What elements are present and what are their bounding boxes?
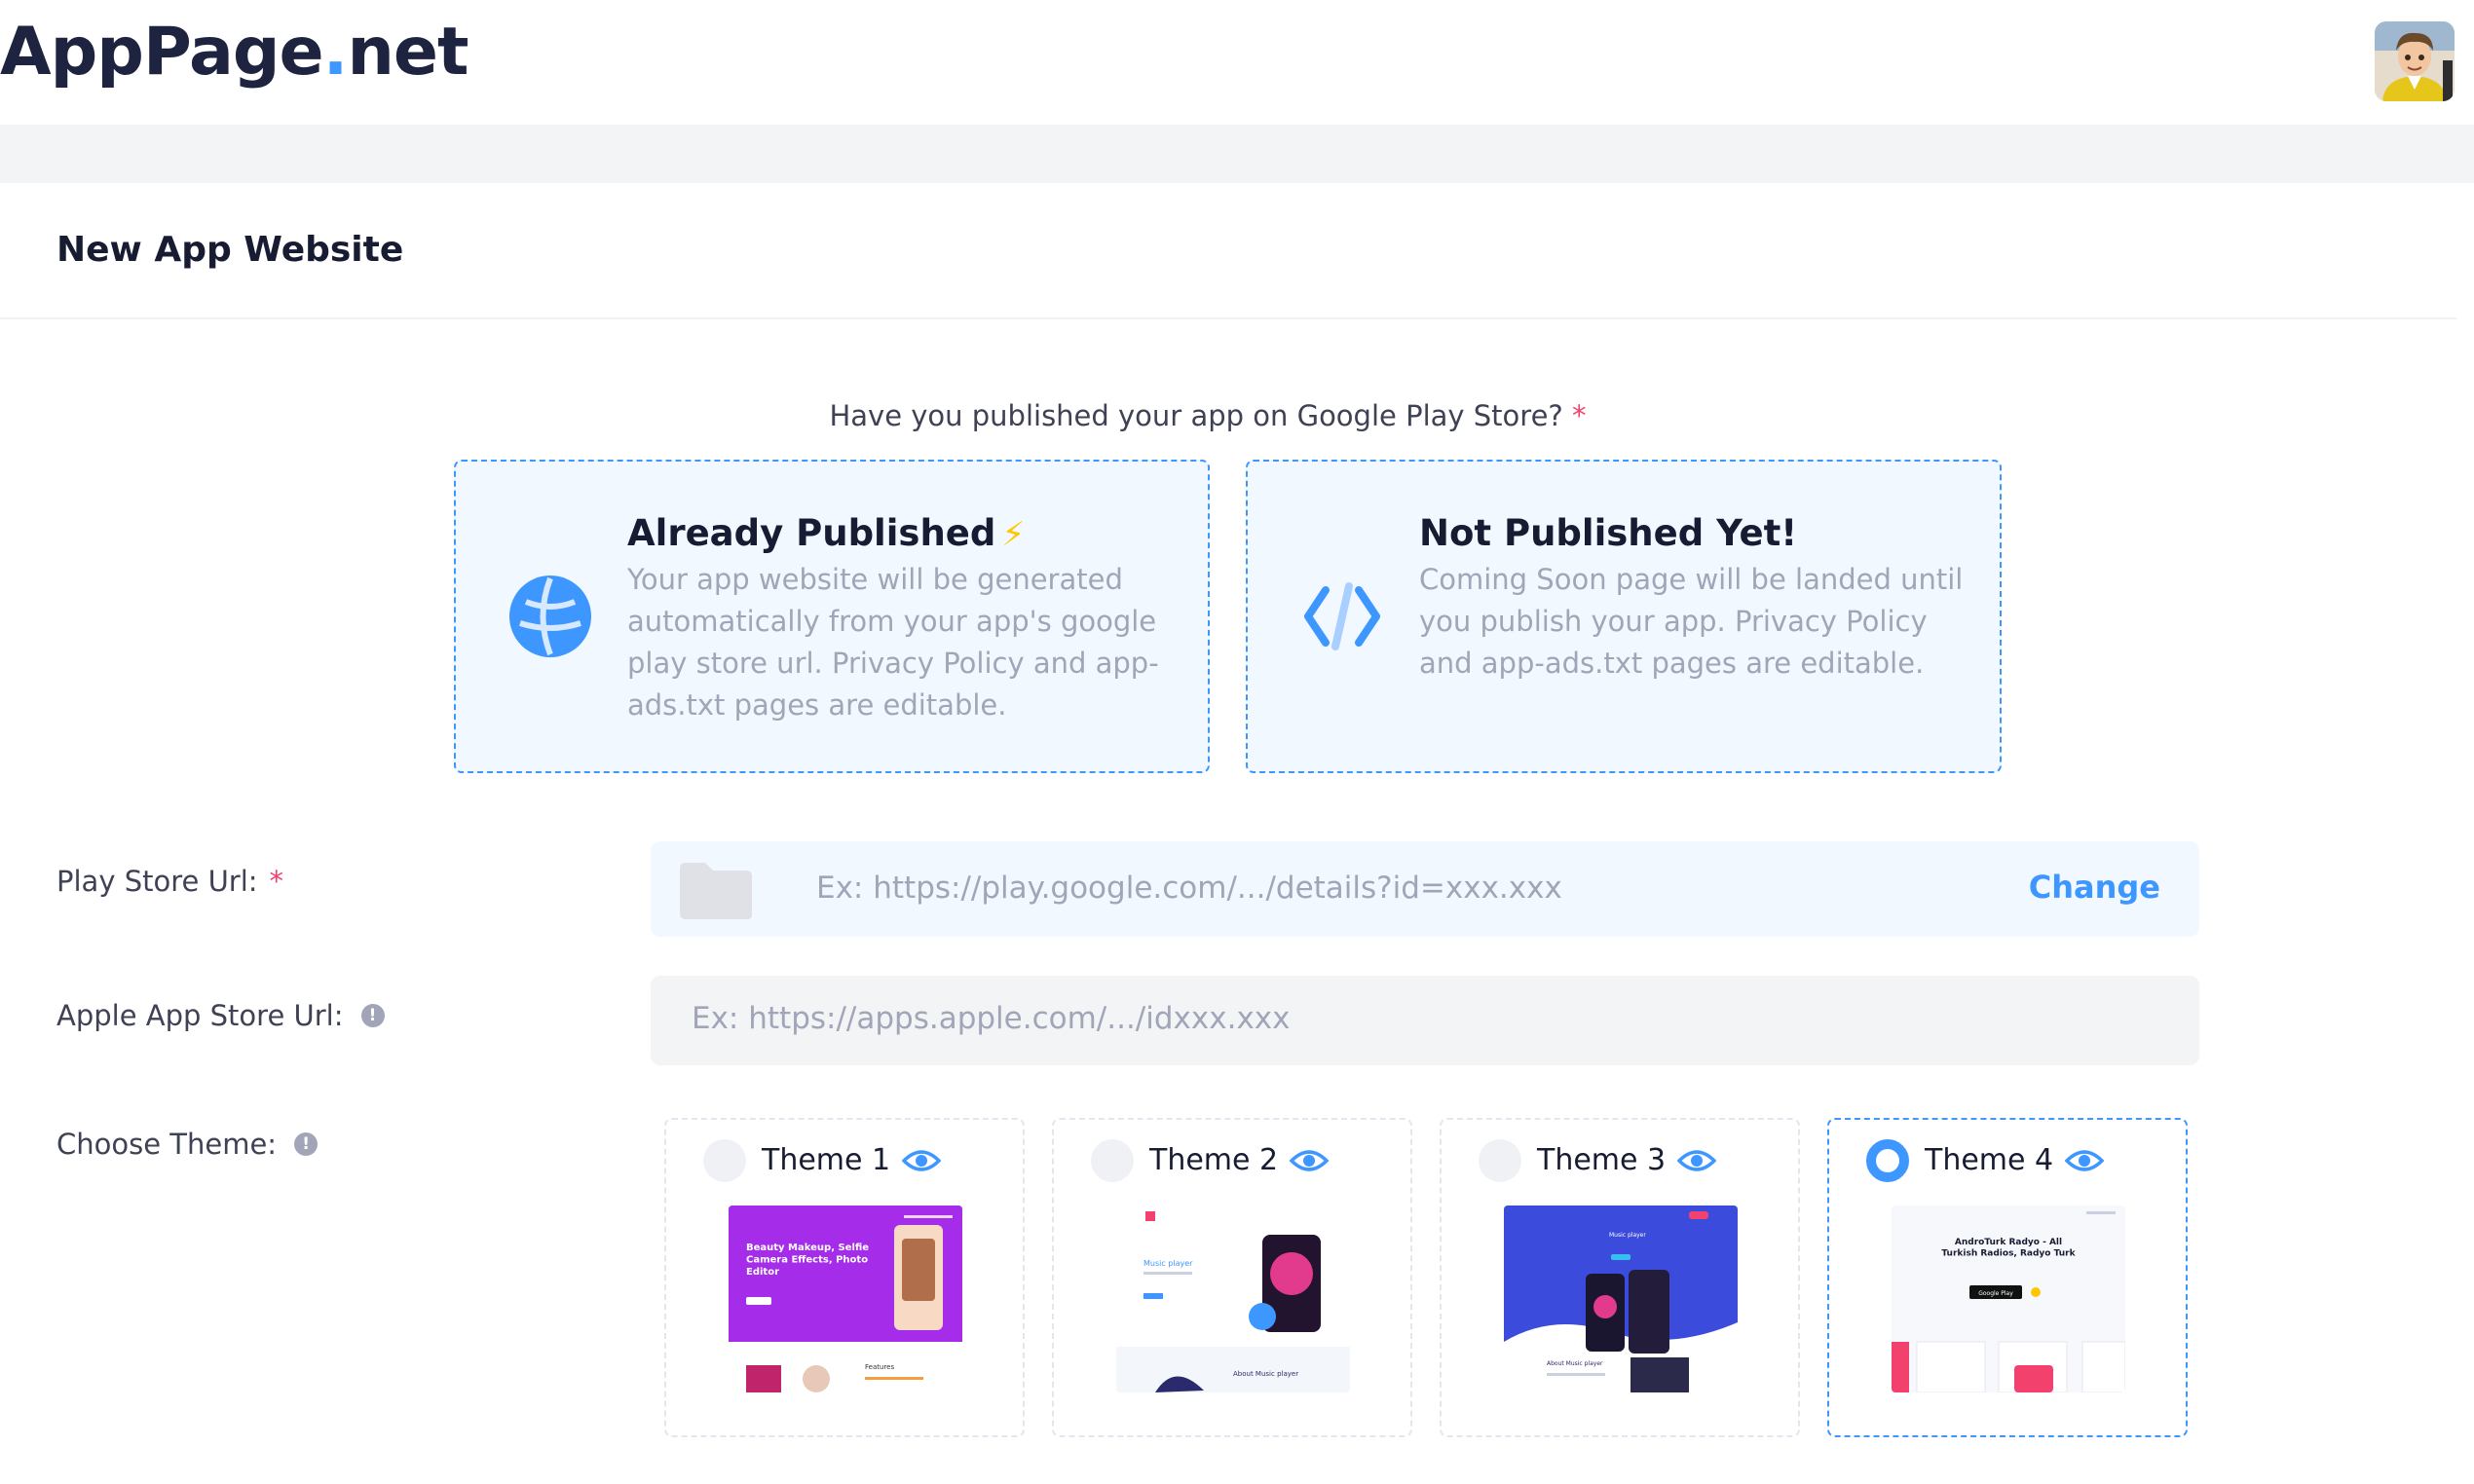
theme-name: Theme 1 xyxy=(762,1143,891,1177)
globe-icon xyxy=(509,575,591,657)
preview-badge: Google Play xyxy=(1978,1290,2013,1297)
option-description: Coming Soon page will be landed until yo… xyxy=(1419,563,1964,680)
theme-radio[interactable] xyxy=(1479,1139,1521,1182)
theme-card-1[interactable]: Theme 1 Beauty Makeup, Selfie Camera Effe… xyxy=(664,1118,1025,1437)
apple-store-label-text: Apple App Store Url: xyxy=(56,999,344,1032)
option-title: Not Published Yet! xyxy=(1419,512,1798,554)
apple-store-url-input[interactable]: Ex: https://apps.apple.com/.../idxxx.xxx xyxy=(692,1001,1290,1036)
play-store-label: Play Store Url: * xyxy=(56,865,283,898)
logo-tld: net xyxy=(347,14,469,91)
preview-title: AndroTurk Radyo - All Turkish Radios, Rad… xyxy=(1941,1238,2076,1258)
apple-store-label: Apple App Store Url: ! xyxy=(56,999,385,1032)
page-title: New App Website xyxy=(56,230,404,270)
option-not-published[interactable]: Not Published Yet! Coming Soon page will… xyxy=(1246,460,2002,773)
publish-question: Have you published your app on Google Pl… xyxy=(0,399,2474,432)
avatar[interactable] xyxy=(2375,21,2455,101)
play-store-url-input[interactable]: Ex: https://play.google.com/.../details?… xyxy=(816,871,1562,906)
publish-question-text: Have you published your app on Google Pl… xyxy=(829,399,1563,432)
code-icon xyxy=(1304,582,1380,650)
theme-card-3[interactable]: Theme 3 Music player About Music player xyxy=(1440,1118,1800,1437)
app-logo[interactable]: AppPage.net xyxy=(0,14,469,91)
bolt-icon: ⚡ xyxy=(1001,515,1026,554)
preview-footer: About Music player xyxy=(1547,1360,1603,1367)
logo-main: AppPage xyxy=(0,14,324,91)
required-mark: * xyxy=(1572,399,1587,432)
option-title: Already Published ⚡ xyxy=(627,512,1025,554)
theme-radio-selected[interactable] xyxy=(1866,1139,1909,1182)
preview-title: Music player xyxy=(1143,1259,1193,1268)
option-title-text: Already Published xyxy=(627,512,996,554)
theme-preview-1: Beauty Makeup, Selfie Camera Effects, Pho… xyxy=(729,1206,962,1392)
play-store-label-text: Play Store Url: xyxy=(56,865,258,898)
avatar-image xyxy=(2375,21,2455,101)
required-mark: * xyxy=(269,865,284,898)
play-store-url-field[interactable]: Ex: https://play.google.com/.../details?… xyxy=(651,841,2199,937)
option-description: Your app website will be generated autom… xyxy=(627,563,1159,722)
theme-preview-4: AndroTurk Radyo - All Turkish Radios, Rad… xyxy=(1892,1206,2125,1392)
info-icon[interactable]: ! xyxy=(294,1132,319,1156)
eye-icon[interactable] xyxy=(2065,1147,2104,1174)
theme-preview-2: Music player About Music player xyxy=(1116,1206,1350,1392)
theme-preview-3: Music player About Music player xyxy=(1504,1206,1738,1392)
theme-card-4[interactable]: Theme 4 AndroTurk Radyo - All Turkish Rad… xyxy=(1827,1118,2188,1437)
theme-card-2[interactable]: Theme 2 Music player About Music player xyxy=(1052,1118,1412,1437)
theme-radio[interactable] xyxy=(1091,1139,1134,1182)
theme-name: Theme 3 xyxy=(1537,1143,1667,1177)
eye-icon[interactable] xyxy=(902,1147,941,1174)
theme-label: Choose Theme: ! xyxy=(56,1128,319,1161)
header-band xyxy=(0,125,2474,183)
theme-radio[interactable] xyxy=(703,1139,746,1182)
theme-name: Theme 2 xyxy=(1149,1143,1279,1177)
logo-dot: . xyxy=(322,14,349,91)
preview-title: Music player xyxy=(1609,1232,1646,1239)
eye-icon[interactable] xyxy=(1290,1147,1329,1174)
option-already-published[interactable]: Already Published ⚡ Your app website will… xyxy=(454,460,1210,773)
info-icon[interactable]: ! xyxy=(360,1004,385,1027)
card-header: New App Website xyxy=(0,183,2456,319)
preview-footer: About Music player xyxy=(1233,1370,1298,1378)
theme-label-text: Choose Theme: xyxy=(56,1128,278,1161)
theme-name: Theme 4 xyxy=(1925,1143,2054,1177)
apple-store-url-field[interactable]: Ex: https://apps.apple.com/.../idxxx.xxx xyxy=(651,976,2199,1065)
top-bar: AppPage.net xyxy=(0,0,2474,125)
preview-footer: Features xyxy=(865,1363,894,1371)
eye-icon[interactable] xyxy=(1677,1147,1716,1174)
folder-icon xyxy=(680,863,752,919)
change-button[interactable]: Change xyxy=(2029,869,2160,906)
